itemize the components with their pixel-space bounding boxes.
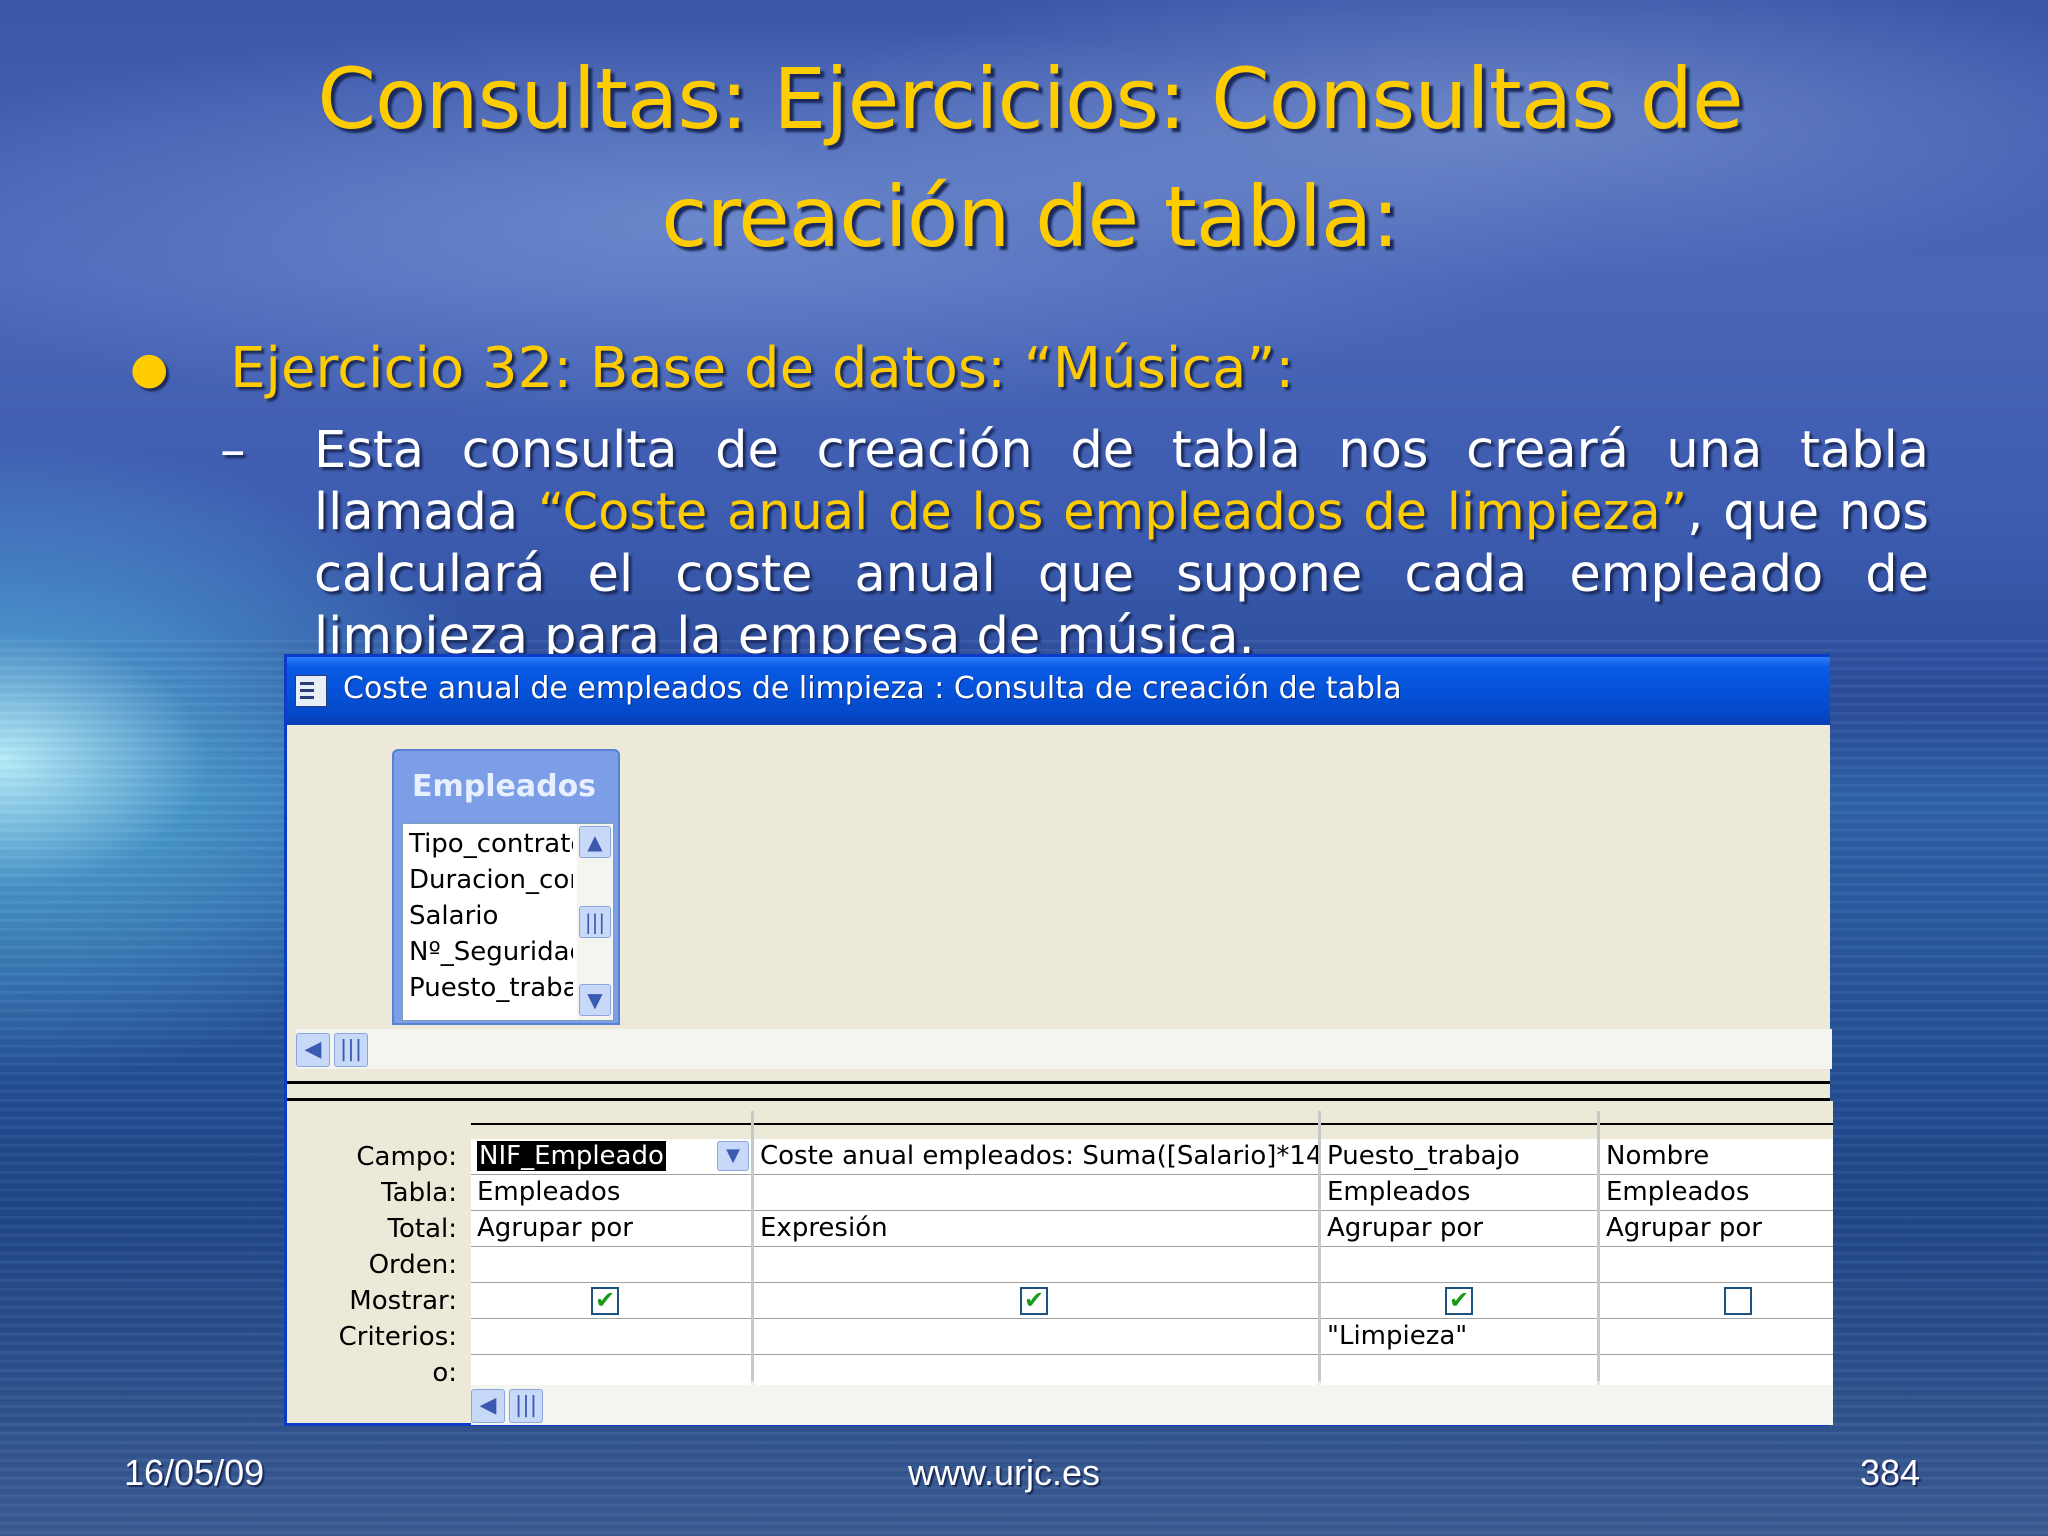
cell-total[interactable]: Expresión — [754, 1211, 1318, 1247]
table-pane: Empleados Tipo_contrato Duracion_contrat… — [292, 729, 1832, 1081]
cell-criterios[interactable] — [1600, 1319, 1833, 1355]
row-label-campo: Campo: — [356, 1142, 457, 1172]
column-selector[interactable] — [754, 1111, 1318, 1125]
dropdown-icon[interactable]: ▼ — [717, 1141, 749, 1171]
row-label-total: Total: — [387, 1214, 457, 1244]
design-grid: NIF_Empleado ▼ Empleados Agrupar por ✔ Co… — [471, 1101, 1833, 1391]
grid-column-coste: Coste anual empleados: Suma([Salario]*14… — [754, 1101, 1318, 1391]
row-label-orden: Orden: — [368, 1250, 457, 1280]
cell-tabla[interactable]: Empleados — [1600, 1175, 1833, 1211]
field-item[interactable]: Duracion_contrato — [409, 862, 573, 898]
cell-total[interactable]: Agrupar por — [1600, 1211, 1833, 1247]
cell-total[interactable]: Agrupar por — [471, 1211, 751, 1247]
cell-tabla[interactable] — [754, 1175, 1318, 1211]
footer-url: www.urjc.es — [908, 1452, 1101, 1493]
scroll-thumb[interactable]: ||| — [579, 906, 611, 938]
cell-tabla[interactable]: Empleados — [471, 1175, 751, 1211]
query-icon — [295, 675, 327, 707]
cell-orden[interactable] — [1600, 1247, 1833, 1283]
show-checkbox[interactable]: ✔ — [1445, 1287, 1473, 1315]
query-design-window: Coste anual de empleados de limpieza : C… — [284, 654, 1833, 1426]
scroll-left-icon[interactable]: ◀ — [296, 1033, 330, 1067]
cell-campo[interactable]: Coste anual empleados: Suma([Salario]*14… — [754, 1139, 1318, 1175]
show-checkbox[interactable]: ✔ — [1020, 1287, 1048, 1315]
bullet-dot-icon: ● — [130, 343, 169, 394]
window-title: Coste anual de empleados de limpieza : C… — [343, 671, 1402, 706]
table-box-empleados[interactable]: Empleados Tipo_contrato Duracion_contrat… — [392, 749, 620, 1025]
column-selector[interactable] — [1321, 1111, 1597, 1125]
field-item[interactable]: Salario — [409, 898, 573, 934]
design-grid-area: Campo: Tabla: Total: Orden: Mostrar: Cri… — [287, 1101, 1833, 1425]
grid-hscrollbar[interactable]: ◀ ||| — [471, 1385, 1833, 1425]
cell-total[interactable]: Agrupar por — [1321, 1211, 1597, 1247]
sub-text-highlight: “Coste anual de los empleados de limpiez… — [537, 483, 1688, 542]
field-item[interactable]: Tipo_contrato — [409, 826, 573, 862]
field-item[interactable]: Puesto_trabajo — [409, 970, 573, 1006]
cell-tabla[interactable]: Empleados — [1321, 1175, 1597, 1211]
cell-campo[interactable]: Nombre — [1600, 1139, 1833, 1175]
campo-value: NIF_Empleado — [477, 1141, 666, 1171]
field-item[interactable]: Nº_Seguridad — [409, 934, 573, 970]
cell-orden[interactable] — [1321, 1247, 1597, 1283]
cell-criterios[interactable]: "Limpieza" — [1321, 1319, 1597, 1355]
cell-orden[interactable] — [471, 1247, 751, 1283]
cell-mostrar[interactable] — [1600, 1283, 1833, 1319]
table-pane-hscrollbar[interactable]: ◀ ||| — [296, 1029, 1832, 1069]
scroll-thumb[interactable]: ||| — [334, 1033, 368, 1067]
slide-title: Consultas: Ejercicios: Consultas de crea… — [317, 50, 1743, 266]
row-label-mostrar: Mostrar: — [349, 1286, 457, 1316]
grid-column-nif: NIF_Empleado ▼ Empleados Agrupar por ✔ — [471, 1101, 751, 1391]
dash-marker: – — [220, 421, 246, 480]
grid-column-puesto: Puesto_trabajo Empleados Agrupar por ✔ "… — [1321, 1101, 1597, 1391]
scroll-thumb[interactable]: ||| — [509, 1389, 543, 1423]
cell-mostrar[interactable]: ✔ — [754, 1283, 1318, 1319]
cell-campo[interactable]: Puesto_trabajo — [1321, 1139, 1597, 1175]
cell-mostrar[interactable]: ✔ — [471, 1283, 751, 1319]
sub-bullet-text: Esta consulta de creación de tabla nos c… — [314, 420, 1929, 668]
scroll-left-icon[interactable]: ◀ — [471, 1389, 505, 1423]
row-label-criterios: Criterios: — [338, 1322, 457, 1352]
show-checkbox[interactable]: ✔ — [591, 1287, 619, 1315]
column-selector[interactable] — [1600, 1111, 1833, 1125]
scroll-up-icon[interactable]: ▲ — [579, 826, 611, 858]
field-list[interactable]: Tipo_contrato Duracion_contrato Salario … — [402, 823, 614, 1021]
cell-orden[interactable] — [754, 1247, 1318, 1283]
scroll-down-icon[interactable]: ▼ — [579, 984, 611, 1016]
window-titlebar[interactable]: Coste anual de empleados de limpieza : C… — [287, 657, 1830, 725]
footer-date: 16/05/09 — [124, 1452, 265, 1493]
cell-criterios[interactable] — [754, 1319, 1318, 1355]
row-label-tabla: Tabla: — [381, 1178, 457, 1208]
grid-column-nombre: Nombre Empleados Agrupar por — [1600, 1101, 1833, 1391]
cell-criterios[interactable] — [471, 1319, 751, 1355]
show-checkbox[interactable] — [1724, 1287, 1752, 1315]
column-selector[interactable] — [471, 1111, 751, 1125]
row-label-o: o: — [432, 1358, 457, 1388]
field-list-scrollbar[interactable]: ▲ ||| ▼ — [577, 824, 613, 1020]
footer-page-number: 384 — [1860, 1452, 1921, 1493]
cell-mostrar[interactable]: ✔ — [1321, 1283, 1597, 1319]
bullet-text: Ejercicio 32: Base de datos: “Música”: — [230, 336, 1295, 401]
pane-splitter[interactable] — [287, 1081, 1830, 1101]
cell-campo[interactable]: NIF_Empleado ▼ — [471, 1139, 751, 1175]
table-box-title: Empleados — [412, 769, 597, 804]
